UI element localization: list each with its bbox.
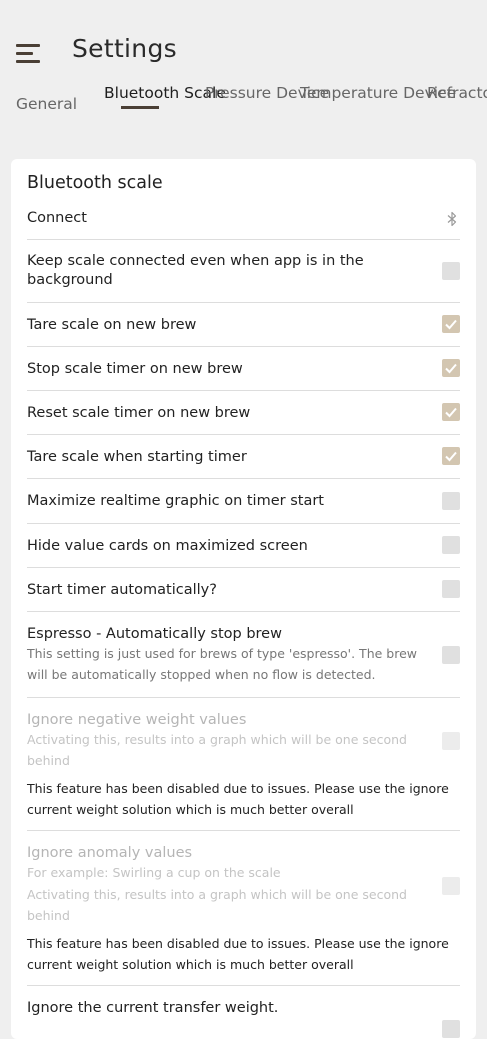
disabled-feature-note: This feature has been disabled due to is… [27,936,449,972]
active-tab-indicator [121,106,159,109]
checkbox-checked[interactable] [442,315,460,333]
checkbox-disabled [442,877,460,895]
setting-row-ignore-negative-weight: Ignore negative weight values Activating… [27,698,460,831]
setting-label: Tare scale when starting timer [27,449,247,465]
connect-label: Connect [27,210,87,226]
setting-label: Hide value cards on maximized screen [27,538,308,554]
checkbox-checked[interactable] [442,359,460,377]
setting-description-disabled: Activating this, results into a graph wh… [27,887,407,923]
checkbox[interactable] [442,580,460,598]
hamburger-menu-icon[interactable] [16,44,40,64]
tab-refractometer-device[interactable]: Refractometer Device [427,82,487,104]
setting-row-ignore-transfer-weight[interactable]: Ignore the current transfer weight. [27,986,460,1039]
setting-row-keep-connected[interactable]: Keep scale connected even when app is in… [27,240,460,303]
tab-pressure-device-label: Pressure Device [205,84,330,102]
tab-bluetooth-scale[interactable]: Bluetooth Scale [104,82,226,109]
check-icon [445,319,457,330]
setting-label: Start timer automatically? [27,582,217,598]
checkbox[interactable] [442,1020,460,1038]
checkbox-disabled [442,732,460,750]
setting-row-ignore-anomaly-values: Ignore anomaly values For example: Swirl… [27,831,460,986]
setting-label: Tare scale on new brew [27,317,197,333]
card-title: Bluetooth scale [27,173,163,193]
setting-row-tare-when-starting-timer[interactable]: Tare scale when starting timer [27,435,460,479]
checkbox[interactable] [442,262,460,280]
page-title: Settings [72,34,177,63]
setting-label: Ignore the current transfer weight. [27,1000,279,1016]
setting-label: Reset scale timer on new brew [27,405,251,421]
check-icon [445,363,457,374]
setting-label: Stop scale timer on new brew [27,361,243,377]
tab-bluetooth-scale-label: Bluetooth Scale [104,84,226,102]
bluetooth-scale-card: Bluetooth scale Connect Keep scale conne… [11,159,476,1039]
setting-description: This setting is just used for brews of t… [27,646,417,682]
check-icon [445,407,457,418]
setting-label: Maximize realtime graphic on timer start [27,493,324,509]
connect-row[interactable]: Connect [27,207,460,240]
setting-row-hide-value-cards[interactable]: Hide value cards on maximized screen [27,524,460,568]
checkbox[interactable] [442,536,460,554]
setting-label-disabled: Ignore anomaly values [27,845,193,861]
checkbox[interactable] [442,646,460,664]
app-header: Settings [0,0,487,80]
setting-row-stop-timer-on-new-brew[interactable]: Stop scale timer on new brew [27,347,460,391]
checkbox-checked[interactable] [442,447,460,465]
tab-general[interactable]: General [16,93,77,115]
setting-description-disabled: For example: Swirling a cup on the scale [27,865,281,880]
setting-row-start-timer-automatically[interactable]: Start timer automatically? [27,568,460,612]
setting-label: Keep scale connected even when app is in… [27,253,364,288]
tab-pressure-device[interactable]: Pressure Device [205,82,330,104]
check-icon [445,451,457,462]
setting-row-espresso-auto-stop[interactable]: Espresso - Automatically stop brew This … [27,612,460,698]
bluetooth-icon[interactable] [447,211,457,231]
tab-temperature-device-label: Temperature Device [300,84,457,102]
setting-row-tare-on-new-brew[interactable]: Tare scale on new brew [27,303,460,347]
tab-general-label: General [16,95,78,113]
tab-bar: General Bluetooth Scale Pressure Device … [0,82,487,134]
tab-temperature-device[interactable]: Temperature Device [300,82,457,104]
setting-row-maximize-graphic[interactable]: Maximize realtime graphic on timer start [27,479,460,524]
tab-refractometer-device-label: Refractometer Device [427,84,487,102]
disabled-feature-note: This feature has been disabled due to is… [27,781,449,817]
checkbox[interactable] [442,492,460,510]
setting-label-disabled: Ignore negative weight values [27,712,247,728]
setting-row-reset-timer-on-new-brew[interactable]: Reset scale timer on new brew [27,391,460,435]
setting-label: Espresso - Automatically stop brew [27,626,282,642]
setting-description-disabled: Activating this, results into a graph wh… [27,732,407,768]
checkbox-checked[interactable] [442,403,460,421]
